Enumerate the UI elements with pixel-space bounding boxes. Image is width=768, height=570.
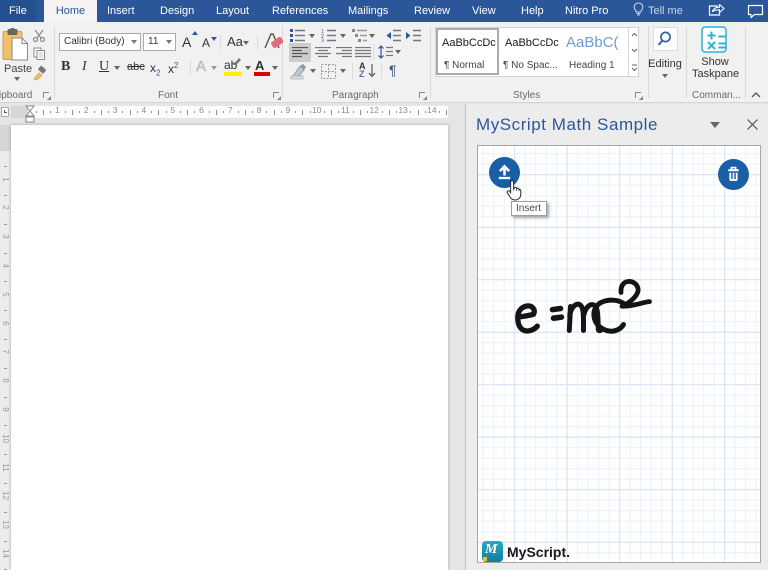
svg-text:3: 3 — [321, 39, 324, 43]
